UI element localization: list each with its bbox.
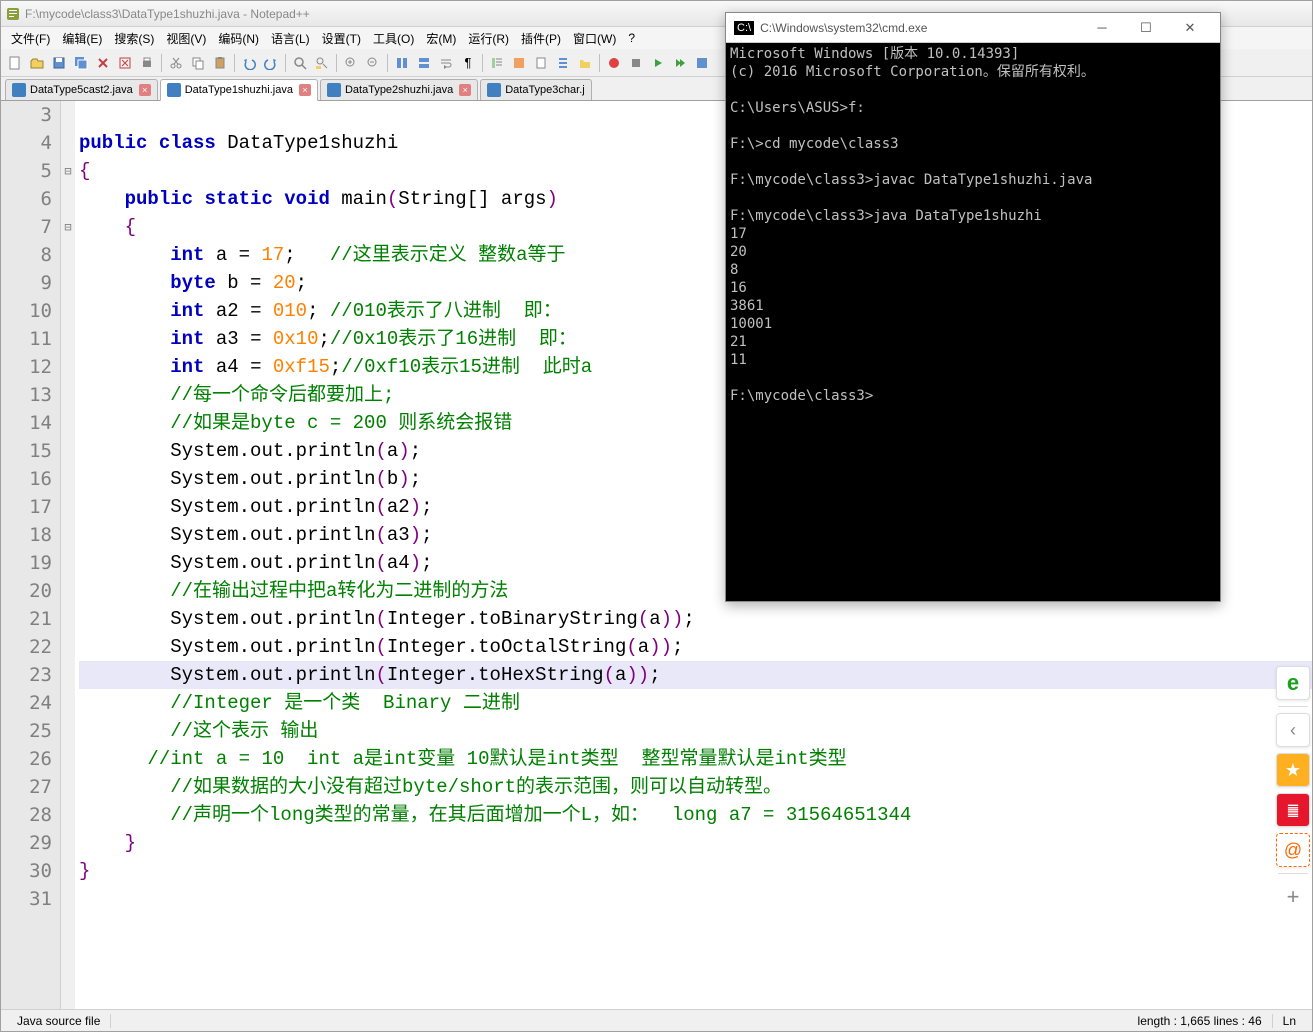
save-icon[interactable] [49, 53, 69, 73]
close-button[interactable]: ✕ [1168, 14, 1212, 42]
copy-icon[interactable] [188, 53, 208, 73]
menu-encoding[interactable]: 编码(N) [212, 28, 265, 49]
tab-2[interactable]: DataType2shuzhi.java × [320, 79, 478, 100]
file-icon [487, 83, 501, 97]
menu-macro[interactable]: 宏(M) [420, 28, 462, 49]
open-file-icon[interactable] [27, 53, 47, 73]
npp-app-icon [5, 6, 21, 22]
cmd-title-text: C:\Windows\system32\cmd.exe [760, 21, 1080, 35]
menu-tools[interactable]: 工具(O) [367, 28, 420, 49]
print-icon[interactable] [137, 53, 157, 73]
sync-v-icon[interactable] [392, 53, 412, 73]
sidebar-at-icon[interactable]: @ [1276, 833, 1310, 867]
record-macro-icon[interactable] [604, 53, 624, 73]
cut-icon[interactable] [166, 53, 186, 73]
menu-window[interactable]: 窗口(W) [567, 28, 622, 49]
minimize-button[interactable]: ─ [1080, 14, 1124, 42]
sidebar-back-icon[interactable]: ‹ [1276, 713, 1310, 747]
folder-icon[interactable] [575, 53, 595, 73]
play-multi-icon[interactable] [670, 53, 690, 73]
fold-margin[interactable]: ⊟ ⊟ [61, 101, 75, 1009]
menu-search[interactable]: 搜索(S) [108, 28, 160, 49]
tab-close-icon[interactable]: × [139, 84, 151, 96]
lang-icon[interactable] [509, 53, 529, 73]
sidebar-add-icon[interactable]: + [1276, 880, 1310, 914]
sync-h-icon[interactable] [414, 53, 434, 73]
find-icon[interactable] [290, 53, 310, 73]
browser-sidebar: e ‹ ★ ䷀ @ + [1273, 660, 1313, 920]
sidebar-weibo-icon[interactable]: ䷀ [1276, 793, 1310, 827]
save-macro-icon[interactable] [692, 53, 712, 73]
tab-0[interactable]: DataType5cast2.java × [5, 79, 158, 100]
menu-view[interactable]: 视图(V) [160, 28, 212, 49]
tab-3[interactable]: DataType3char.j [480, 79, 592, 100]
status-pos: Ln [1273, 1014, 1306, 1028]
doc-map-icon[interactable] [531, 53, 551, 73]
zoom-out-icon[interactable] [363, 53, 383, 73]
npp-title-text: F:\mycode\class3\DataType1shuzhi.java - … [25, 7, 310, 21]
cmd-icon: C:\ [734, 21, 754, 35]
func-list-icon[interactable] [553, 53, 573, 73]
close-all-icon[interactable] [115, 53, 135, 73]
close-icon[interactable] [93, 53, 113, 73]
redo-icon[interactable] [261, 53, 281, 73]
menu-help[interactable]: ? [622, 29, 641, 47]
cmd-titlebar[interactable]: C:\ C:\Windows\system32\cmd.exe ─ ☐ ✕ [726, 13, 1220, 43]
line-gutter: 3456789101112131415161718192021222324252… [1, 101, 61, 1009]
tab-label: DataType1shuzhi.java [185, 84, 293, 96]
undo-icon[interactable] [239, 53, 259, 73]
status-length: length : 1,665 lines : 46 [1128, 1014, 1273, 1028]
file-icon [167, 83, 181, 97]
file-icon [12, 83, 26, 97]
tab-close-icon[interactable]: × [459, 84, 471, 96]
sidebar-favorite-icon[interactable]: ★ [1276, 753, 1310, 787]
tab-close-icon[interactable]: × [299, 84, 311, 96]
status-bar: Java source file length : 1,665 lines : … [1, 1009, 1312, 1031]
menu-settings[interactable]: 设置(T) [316, 28, 367, 49]
maximize-button[interactable]: ☐ [1124, 14, 1168, 42]
file-icon [327, 83, 341, 97]
menu-file[interactable]: 文件(F) [5, 28, 56, 49]
play-macro-icon[interactable] [648, 53, 668, 73]
indent-guide-icon[interactable] [487, 53, 507, 73]
tab-1[interactable]: DataType1shuzhi.java × [160, 79, 318, 101]
menu-language[interactable]: 语言(L) [265, 28, 316, 49]
paste-icon[interactable] [210, 53, 230, 73]
menu-run[interactable]: 运行(R) [462, 28, 515, 49]
cmd-window[interactable]: C:\ C:\Windows\system32\cmd.exe ─ ☐ ✕ Mi… [725, 12, 1221, 602]
tab-label: DataType5cast2.java [30, 84, 133, 96]
tab-label: DataType3char.j [505, 84, 585, 96]
tab-label: DataType2shuzhi.java [345, 84, 453, 96]
new-file-icon[interactable] [5, 53, 25, 73]
save-all-icon[interactable] [71, 53, 91, 73]
wrap-icon[interactable] [436, 53, 456, 73]
stop-macro-icon[interactable] [626, 53, 646, 73]
cmd-body[interactable]: Microsoft Windows [版本 10.0.14393] (c) 20… [726, 43, 1220, 407]
sidebar-browser-icon[interactable]: e [1276, 666, 1310, 700]
menu-plugins[interactable]: 插件(P) [515, 28, 567, 49]
menu-edit[interactable]: 编辑(E) [56, 28, 108, 49]
replace-icon[interactable] [312, 53, 332, 73]
show-all-chars-icon[interactable]: ¶ [458, 53, 478, 73]
zoom-in-icon[interactable] [341, 53, 361, 73]
status-lang: Java source file [7, 1014, 111, 1028]
